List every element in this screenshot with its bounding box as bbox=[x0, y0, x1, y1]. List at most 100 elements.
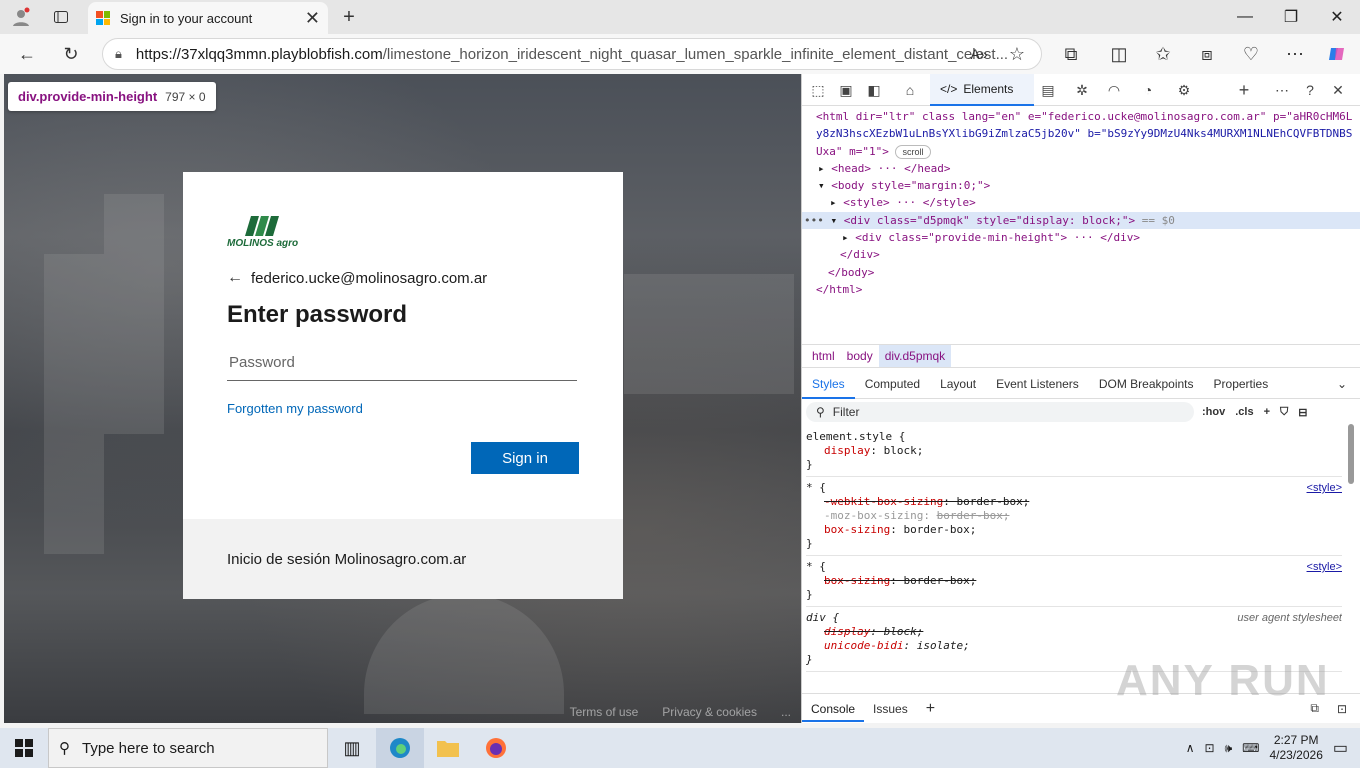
cls-button[interactable]: .cls bbox=[1235, 406, 1253, 419]
welcome-home-icon[interactable]: ⌂ bbox=[900, 80, 920, 100]
tab-dom-breakpoints[interactable]: DOM Breakpoints bbox=[1089, 377, 1204, 391]
password-field[interactable]: Password bbox=[227, 345, 577, 381]
split-screen-icon[interactable]: ◫ bbox=[1106, 42, 1132, 66]
device-toolbar-icon[interactable]: ▣ bbox=[836, 80, 856, 100]
tab-properties[interactable]: Properties bbox=[1204, 377, 1279, 391]
collections-icon[interactable]: ⧈ bbox=[1194, 42, 1220, 66]
close-drawer-icon[interactable]: ⊡ bbox=[1328, 702, 1360, 716]
favorite-star-icon[interactable]: ☆ bbox=[1004, 42, 1030, 66]
identity-row[interactable]: ← federico.ucke@molinosagro.com.ar bbox=[227, 269, 579, 287]
declaration[interactable]: box-sizing: border-box; bbox=[806, 574, 1342, 588]
browser-tab-active[interactable]: Sign in to your account ✕ bbox=[88, 2, 328, 34]
network-wifi-icon[interactable]: ◠ bbox=[1104, 80, 1124, 100]
styles-scrollbar[interactable] bbox=[1346, 410, 1356, 690]
dom-dollar0: == $0 bbox=[1141, 213, 1175, 227]
dock-sidebar-icon[interactable]: ◧ bbox=[864, 80, 884, 100]
file-explorer-icon[interactable] bbox=[424, 728, 472, 768]
declaration[interactable]: display: block; bbox=[806, 625, 1342, 639]
minimize-icon[interactable]: — bbox=[1222, 0, 1268, 34]
firefox-icon[interactable] bbox=[472, 728, 520, 768]
tab-close-icon[interactable]: ✕ bbox=[305, 8, 320, 29]
watermark-logo: ANY RUN bbox=[1116, 656, 1330, 705]
terms-link[interactable]: Terms of use bbox=[570, 705, 639, 719]
signin-button[interactable]: Sign in bbox=[471, 442, 579, 474]
tab-event-listeners[interactable]: Event Listeners bbox=[986, 377, 1089, 391]
customize-more-icon[interactable]: ⋯ bbox=[1272, 80, 1292, 100]
tab-computed[interactable]: Computed bbox=[855, 377, 930, 391]
performance-icon[interactable]: ♡ bbox=[1238, 42, 1264, 66]
add-drawer-tab-icon[interactable]: + bbox=[917, 700, 944, 718]
help-icon[interactable]: ? bbox=[1300, 80, 1320, 100]
performance-icon[interactable]: ◔ bbox=[1138, 80, 1158, 100]
scrollbar-thumb[interactable] bbox=[1348, 424, 1354, 484]
task-view-icon[interactable]: ▥ bbox=[328, 728, 376, 768]
tab-console[interactable]: Console bbox=[802, 696, 865, 722]
tray-chevron-icon[interactable]: ∧ bbox=[1186, 741, 1195, 755]
chevron-down-icon[interactable]: ⌄ bbox=[1327, 377, 1360, 391]
breadcrumb-item[interactable]: html bbox=[806, 345, 841, 367]
tab-title: Sign in to your account bbox=[120, 10, 253, 26]
tab-elements[interactable]: </> Elements bbox=[930, 74, 1034, 106]
dom-node-html-close: </html> bbox=[802, 281, 1360, 298]
windows-start-icon[interactable] bbox=[0, 728, 48, 768]
rule-source-link[interactable]: <style> bbox=[1307, 481, 1342, 495]
sources-bug-icon[interactable]: ✲ bbox=[1072, 80, 1092, 100]
dom-node-div-provide[interactable]: ▸ <div class="provide-min-height"> ··· <… bbox=[802, 229, 1360, 246]
rule-selector: * { bbox=[806, 560, 826, 573]
dom-node-div-d5pmqk[interactable]: ••• ▾ <div class="d5pmqk" style="display… bbox=[802, 211, 1360, 230]
console-icon[interactable]: ▤ bbox=[1038, 80, 1058, 100]
tab-actions-icon[interactable] bbox=[50, 6, 72, 28]
window-close-icon[interactable]: ✕ bbox=[1314, 0, 1360, 34]
tab-layout[interactable]: Layout bbox=[930, 377, 986, 391]
declaration[interactable]: unicode-bidi: isolate; bbox=[806, 639, 1342, 653]
more-options-link[interactable]: ... bbox=[781, 705, 791, 719]
filter-input[interactable]: ⚲ Filter bbox=[806, 402, 1194, 422]
decl-prop: -webkit-box-sizing bbox=[824, 495, 944, 508]
dom-node-html[interactable]: <html dir="ltr" class lang="en" e="feder… bbox=[802, 108, 1360, 125]
more-tools-plus-icon[interactable]: + bbox=[1234, 80, 1254, 100]
declaration[interactable]: box-sizing: border-box; bbox=[806, 523, 1342, 537]
dom-node-head[interactable]: ▸ <head> ··· </head> bbox=[802, 160, 1360, 177]
notifications-icon[interactable]: ▭ bbox=[1333, 738, 1348, 758]
declaration[interactable]: -moz-box-sizing: border-box; bbox=[806, 509, 1342, 523]
taskbar-search[interactable]: ⚲ Type here to search bbox=[48, 728, 328, 768]
declaration[interactable]: display: block; bbox=[806, 444, 1342, 458]
extensions-icon[interactable]: ⧉ bbox=[1058, 42, 1084, 66]
rule-source-link[interactable]: <style> bbox=[1307, 560, 1342, 574]
privacy-link[interactable]: Privacy & cookies bbox=[662, 705, 757, 719]
tab-styles[interactable]: Styles bbox=[802, 369, 855, 399]
new-rule-plus-icon[interactable]: + bbox=[1264, 406, 1270, 419]
more-menu-icon[interactable]: ⋯ bbox=[1282, 42, 1308, 66]
volume-icon[interactable]: 🕪︎ bbox=[1225, 741, 1233, 756]
favorites-icon[interactable]: ✩ bbox=[1150, 42, 1176, 66]
new-tab-icon[interactable]: + bbox=[338, 6, 360, 28]
declaration[interactable]: -webkit-box-sizing: border-box; bbox=[806, 495, 1342, 509]
edge-browser-icon[interactable] bbox=[376, 728, 424, 768]
settings-gear-icon[interactable]: ⚙ bbox=[1174, 80, 1194, 100]
inspect-element-icon[interactable]: ⬚ bbox=[808, 80, 828, 100]
tab-issues[interactable]: Issues bbox=[864, 702, 917, 716]
restore-icon[interactable]: ❐ bbox=[1268, 0, 1314, 34]
breadcrumb-item[interactable]: body bbox=[841, 345, 879, 367]
dom-node-body[interactable]: ▾ <body style="margin:0;"> bbox=[802, 177, 1360, 194]
read-aloud-icon[interactable]: A» bbox=[966, 42, 992, 66]
back-arrow-icon[interactable]: ← bbox=[227, 269, 243, 287]
profile-icon[interactable] bbox=[10, 6, 32, 28]
language-icon[interactable]: ⌨ bbox=[1242, 741, 1259, 755]
clock[interactable]: 2:27 PM 4/23/2026 bbox=[1269, 733, 1322, 763]
forgot-password-link[interactable]: Forgotten my password bbox=[227, 401, 579, 416]
hov-button[interactable]: :hov bbox=[1202, 406, 1225, 419]
back-icon[interactable]: ← bbox=[14, 42, 40, 66]
element-state-icon[interactable]: ⛉ bbox=[1280, 406, 1288, 419]
microsoft-logo-icon bbox=[96, 11, 110, 25]
scroll-badge[interactable]: scroll bbox=[895, 144, 931, 159]
devtools-close-icon[interactable]: ✕ bbox=[1328, 80, 1348, 100]
refresh-icon[interactable]: ↻ bbox=[58, 42, 84, 66]
network-icon[interactable]: ⊡ bbox=[1205, 741, 1215, 755]
decl-value: border-box; bbox=[903, 574, 977, 587]
dom-node-style[interactable]: ▸ <style> ··· </style> bbox=[802, 194, 1360, 211]
copilot-icon[interactable] bbox=[1324, 42, 1350, 66]
computed-sidebar-icon[interactable]: ⊟ bbox=[1298, 406, 1307, 419]
url-bar[interactable]: 🔒︎ https://37xlqq3mmn.playblobfish.com/l… bbox=[102, 38, 1042, 70]
breadcrumb-item-current[interactable]: div.d5pmqk bbox=[878, 345, 952, 367]
